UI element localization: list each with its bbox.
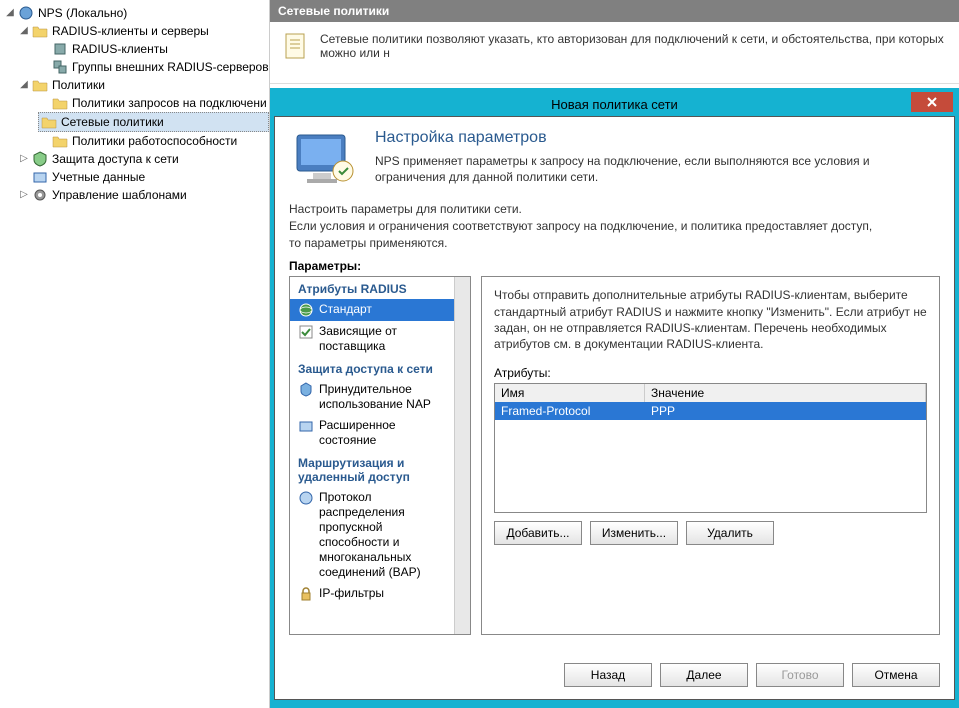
section-routing: Маршрутизация и удаленный доступ <box>290 451 454 487</box>
wizard-title: Настройка параметров <box>375 129 940 147</box>
check-icon <box>298 324 314 340</box>
cell-name: Framed-Protocol <box>495 402 645 420</box>
col-name[interactable]: Имя <box>495 384 645 402</box>
detail-description: Чтобы отправить дополнительные атрибуты … <box>494 287 927 352</box>
dialog-titlebar[interactable]: Новая политика сети <box>274 92 955 116</box>
wizard-subtitle: NPS применяет параметры к запросу на под… <box>375 153 940 185</box>
cat-ext-state[interactable]: Расширенное состояние <box>290 415 454 451</box>
tree-policy-net[interactable]: Сетевые политики <box>38 112 269 132</box>
tree-label: Управление шаблонами <box>52 187 187 203</box>
folder-icon <box>52 95 68 111</box>
table-row[interactable]: Framed-Protocol PPP <box>495 402 926 420</box>
description-bar: Сетевые политики позволяют указать, кто … <box>270 22 959 84</box>
nps-icon <box>18 5 34 21</box>
folder-icon <box>41 114 57 130</box>
tree-label: Учетные данные <box>52 169 145 185</box>
tree-radius-clients[interactable]: RADIUS-клиенты <box>0 40 269 58</box>
params-label: Параметры: <box>289 259 940 273</box>
cat-label: Стандарт <box>319 302 372 317</box>
globe-icon <box>298 490 314 506</box>
server-icon <box>52 41 68 57</box>
cat-label: IP-фильтры <box>319 586 384 601</box>
section-radius: Атрибуты RADIUS <box>290 277 454 299</box>
finish-button[interactable]: Готово <box>756 663 844 687</box>
tree-panel: ◢ NPS (Локально) ◢ RADIUS-клиенты и серв… <box>0 0 270 708</box>
col-value[interactable]: Значение <box>645 384 926 402</box>
cat-vendor[interactable]: Зависящие от поставщика <box>290 321 454 357</box>
state-icon <box>298 418 314 434</box>
settings-categories: Атрибуты RADIUS Стандарт Зависящие от по… <box>289 276 471 635</box>
folder-icon <box>32 23 48 39</box>
tree-root-nps[interactable]: ◢ NPS (Локально) <box>0 4 269 22</box>
back-button[interactable]: Назад <box>564 663 652 687</box>
tree-accounting[interactable]: Учетные данные <box>0 168 269 186</box>
cat-label: Расширенное состояние <box>319 418 448 448</box>
collapse-icon[interactable]: ◢ <box>18 25 30 37</box>
lock-icon <box>298 586 314 602</box>
cat-label: Принудительное использование NAP <box>319 382 448 412</box>
collapse-icon[interactable]: ◢ <box>18 79 30 91</box>
dialog-window: Новая политика сети Настройка параметров… <box>270 88 959 708</box>
wizard-footer: Назад Далее Готово Отмена <box>289 635 940 687</box>
expand-icon[interactable]: ▷ <box>18 189 30 201</box>
next-button[interactable]: Далее <box>660 663 748 687</box>
tree-radius-ext-groups[interactable]: Группы внешних RADIUS-серверов <box>0 58 269 76</box>
tree-label: Политики запросов на подключени <box>72 95 267 111</box>
tree-nap[interactable]: ▷ Защита доступа к сети <box>0 150 269 168</box>
servers-icon <box>52 59 68 75</box>
scrollbar[interactable] <box>454 277 470 634</box>
delete-button[interactable]: Удалить <box>686 521 774 545</box>
cat-ip-filters[interactable]: IP-фильтры <box>290 583 454 605</box>
attributes-label: Атрибуты: <box>494 366 927 380</box>
folder-icon <box>52 133 68 149</box>
cat-label: Протокол распределения пропускной способ… <box>319 490 448 580</box>
guide-text: Настроить параметры для политики сети. Е… <box>289 201 940 251</box>
shield-icon <box>32 151 48 167</box>
tree-label: NPS (Локально) <box>38 5 127 21</box>
tree-label: Защита доступа к сети <box>52 151 179 167</box>
gear-icon <box>32 187 48 203</box>
cancel-button[interactable]: Отмена <box>852 663 940 687</box>
data-icon <box>32 169 48 185</box>
close-button[interactable] <box>911 92 953 112</box>
collapse-icon[interactable]: ◢ <box>4 7 16 19</box>
section-nap: Защита доступа к сети <box>290 357 454 379</box>
policy-icon <box>282 32 310 60</box>
shield-icon <box>298 382 314 398</box>
tree-label: Политики работоспособности <box>72 133 237 149</box>
description-text: Сетевые политики позволяют указать, кто … <box>320 32 947 60</box>
dialog-body: Настройка параметров NPS применяет парам… <box>274 116 955 700</box>
expand-icon[interactable]: ▷ <box>18 153 30 165</box>
tree-policy-conn[interactable]: Политики запросов на подключени <box>0 94 269 112</box>
cat-nap-enforce[interactable]: Принудительное использование NAP <box>290 379 454 415</box>
tree-templates[interactable]: ▷ Управление шаблонами <box>0 186 269 204</box>
table-header: Имя Значение <box>495 384 926 402</box>
tree-label: Группы внешних RADIUS-серверов <box>72 59 269 75</box>
content-header: Сетевые политики <box>270 0 959 22</box>
attributes-table[interactable]: Имя Значение Framed-Protocol PPP <box>494 383 927 513</box>
monitor-icon <box>289 129 359 189</box>
cat-label: Зависящие от поставщика <box>319 324 448 354</box>
close-icon <box>926 96 938 108</box>
add-button[interactable]: Добавить... <box>494 521 582 545</box>
cell-value: PPP <box>645 402 926 420</box>
tree-label: Политики <box>52 77 105 93</box>
tree-label: Сетевые политики <box>61 114 164 130</box>
folder-icon <box>32 77 48 93</box>
cat-bap[interactable]: Протокол распределения пропускной способ… <box>290 487 454 583</box>
tree-policy-health[interactable]: Политики работоспособности <box>0 132 269 150</box>
tree-label: RADIUS-клиенты <box>72 41 168 57</box>
tree-label: RADIUS-клиенты и серверы <box>52 23 209 39</box>
globe-icon <box>298 302 314 318</box>
content-panel: Сетевые политики Сетевые политики позвол… <box>270 0 959 708</box>
tree-policies[interactable]: ◢ Политики <box>0 76 269 94</box>
tree-radius-group[interactable]: ◢ RADIUS-клиенты и серверы <box>0 22 269 40</box>
dialog-title: Новая политика сети <box>274 97 955 112</box>
edit-button[interactable]: Изменить... <box>590 521 678 545</box>
cat-standard[interactable]: Стандарт <box>290 299 454 321</box>
settings-detail: Чтобы отправить дополнительные атрибуты … <box>481 276 940 635</box>
